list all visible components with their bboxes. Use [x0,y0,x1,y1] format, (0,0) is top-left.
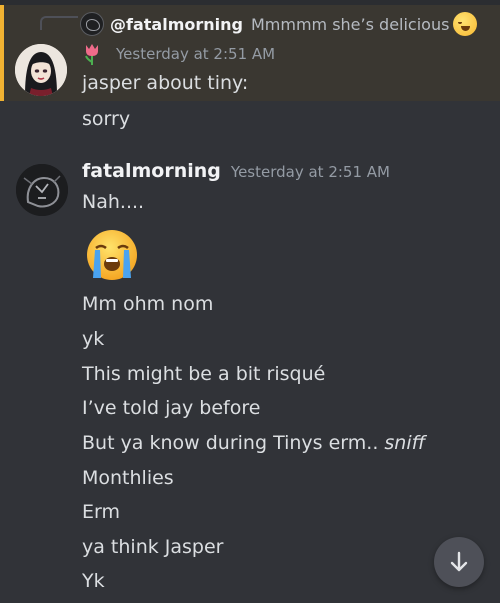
reply-author[interactable]: @fatalmorning [110,15,243,34]
avatar[interactable] [16,164,68,216]
drooling-face-icon [453,12,478,36]
avatar-image [15,44,67,96]
message-line: jasper about tiny: [82,72,249,94]
message-text: But ya know during Tinys erm.. [82,432,379,454]
message-line: I’ve told jay before [82,397,261,419]
message-line: Erm [82,501,120,523]
message-meta: Yesterday at 2:51 AM [82,40,275,68]
chat-view: @fatalmorning Mmmmm she’s delicious Yest… [0,0,500,603]
message-line: Yk [82,570,105,592]
avatar[interactable] [15,44,67,96]
reply-avatar[interactable] [80,12,104,36]
message-line: Nah.... [82,191,145,213]
top-edge [0,0,500,5]
mention-highlight-bar [0,0,4,101]
message-line: This might be a bit risqué [82,363,326,385]
tulip-icon [85,44,98,65]
italic-text: sniff [384,432,426,454]
reply-preview[interactable]: @fatalmorning Mmmmm she’s delicious [80,10,478,38]
message-line: Mm ohm nom [82,293,214,315]
message-timestamp[interactable]: Yesterday at 2:51 AM [116,45,275,63]
message-line-with-italic: But ya know during Tinys erm.. sniff [82,430,425,456]
reply-text[interactable]: Mmmmm she’s delicious [251,15,449,34]
message-line: yk [82,328,105,350]
message-header: fatalmorning Yesterday at 2:51 AM [82,160,390,188]
message-line: Monthlies [82,467,174,489]
message-line: ya think Jasper [82,536,224,558]
arrow-down-icon [450,551,468,572]
avatar-image [16,164,68,216]
author-name[interactable]: fatalmorning [82,160,221,182]
jump-to-present-button[interactable] [434,537,484,587]
message-timestamp[interactable]: Yesterday at 2:51 AM [231,163,390,181]
loudly-crying-face-icon [87,230,137,280]
reply-spine [40,16,78,30]
message-line: sorry [82,108,131,130]
